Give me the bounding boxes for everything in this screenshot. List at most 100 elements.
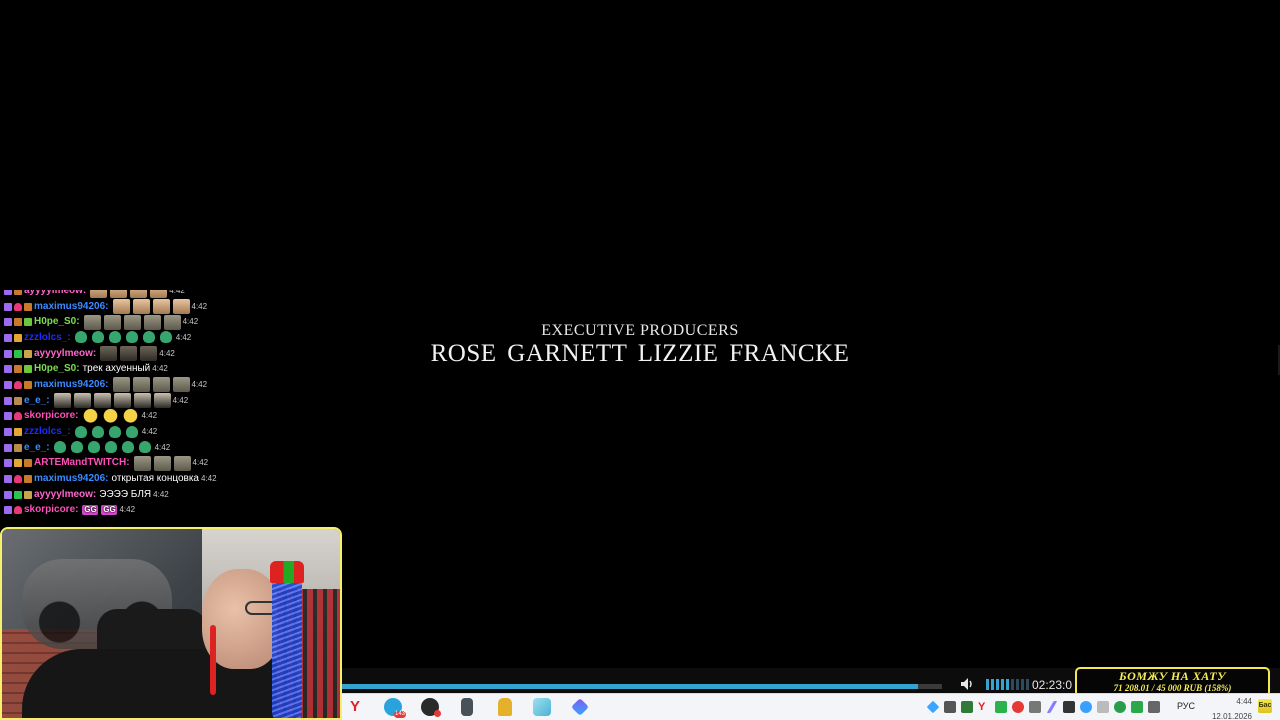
chat-timestamp: 4:42 [172,395,189,405]
heart-badge-icon [14,475,22,484]
chat-username[interactable]: maximus94206: [34,473,109,485]
gg-emote-icon: GG [82,505,99,516]
sub-badge-icon [4,318,12,327]
webcam-overlay [0,527,342,720]
chat-username[interactable]: ayyyylmeow: [24,290,86,297]
obs-icon[interactable] [421,698,441,717]
tray-network-icon[interactable] [1029,701,1041,713]
cat-emote-icon [120,346,138,362]
tray-wifi-icon[interactable] [1148,701,1160,713]
tray-status-icon[interactable] [1114,701,1126,713]
sub-badge-icon [4,365,12,374]
chat-username[interactable]: skorpicore: [24,504,78,516]
tray-record-icon[interactable] [1012,701,1024,713]
stone-emote-icon [132,377,150,393]
chat-message: ayyyylmeow: ЭЭЭЭ БЛЯ 4:42 [4,487,334,503]
webcam-tinsel [272,569,302,718]
notification-icon[interactable]: Бас [1258,699,1272,713]
lock-icon[interactable] [498,698,512,716]
yandex-browser-icon[interactable]: Y [346,698,364,716]
chat-username[interactable]: ARTEMandTWITCH: [34,457,130,469]
chat-username[interactable]: skorpicore: [24,410,78,422]
chat-message: ayyyylmeow: 4:42 [4,290,334,299]
face-emote-icon [112,299,130,315]
face-emote-icon [172,299,190,315]
chat-username[interactable]: e_e_: [24,395,50,407]
chat-timestamp: 4:42 [201,474,217,484]
heart-badge-icon [14,506,22,515]
tray-lock-icon[interactable] [1063,701,1075,713]
chat-message: skorpicore: GG GG 4:42 [4,503,334,519]
bit-badge-icon [24,380,32,389]
chat-message-text: трек ахуенный [82,363,151,375]
prime-badge-icon [24,349,32,358]
pepe-emote-icon [54,440,68,455]
green-badge-icon [14,490,22,499]
tray-usb-icon[interactable] [944,701,956,713]
language-indicator[interactable]: РУС [1177,701,1195,711]
glass-app-icon[interactable] [533,698,551,716]
chat-message: ARTEMandTWITCH: 4:42 [4,455,334,472]
volume-bar [1016,679,1019,690]
video-progress-bar[interactable] [342,684,942,689]
face-emote-icon [90,290,108,299]
chat-username[interactable]: zzzlolcs_: [24,332,71,344]
chat-username[interactable]: ayyyylmeow: [34,348,96,360]
sub-badge-icon [4,290,12,295]
bit-badge-icon [24,302,32,311]
yellow-emote-icon [102,408,120,424]
volume-icon[interactable] [960,677,976,691]
bit-badge-icon [24,459,32,468]
diamond-app-icon[interactable] [571,698,589,716]
chat-username[interactable]: H0pe_S0: [34,316,80,328]
tray-diamond-icon[interactable] [926,700,940,714]
volume-bar [1021,679,1024,690]
face-emote-icon [130,290,148,299]
chat-message: H0pe_S0: 4:42 [4,314,334,330]
chat-username[interactable]: maximus94206: [34,301,109,313]
gold-badge-icon [14,459,22,468]
tray-speaker-icon[interactable] [1097,701,1109,713]
sub-badge-icon [4,412,12,421]
lime-badge-icon [24,365,32,374]
stone-emote-icon [163,314,181,330]
tray-cloud-icon[interactable] [1080,701,1092,713]
face-emote-icon [152,299,170,315]
pepe-emote-icon [139,440,153,455]
stone-emote-icon [123,314,141,330]
chat-username[interactable]: maximus94206: [34,379,109,391]
windows-taskbar: Y Y РУС 4:44 12.01.2026 Бас [342,693,1280,720]
dark-emote-icon [113,393,131,409]
chat-username[interactable]: zzzlolcs_: [24,426,71,438]
sub-badge-icon [4,333,12,342]
chat-username[interactable]: H0pe_S0: [34,363,80,375]
chat-timestamp: 4:42 [169,290,185,295]
chat-username[interactable]: e_e_: [24,442,50,454]
chat-message: e_e_: 4:42 [4,393,334,409]
volume-bar [996,679,999,690]
chat-message-text: открытая концовка [111,473,200,485]
telegram-icon[interactable] [384,698,406,718]
clock-date: 12.01.2026 [1211,712,1252,720]
bit-badge-icon [14,318,22,327]
tray-green-icon[interactable] [1131,701,1143,713]
stone-emote-icon [143,314,161,330]
dark-emote-icon [153,393,171,409]
sub-badge-icon [4,380,12,389]
dark-emote-icon [93,393,111,409]
volume-slider[interactable] [986,679,1029,690]
stone-emote-icon [133,455,151,471]
file-icon[interactable] [461,698,473,716]
tray-yandex-icon[interactable]: Y [978,701,990,713]
pepe-emote-icon [143,330,157,345]
taskbar-clock[interactable]: 4:44 12.01.2026 [1196,696,1252,720]
tray-app-icon[interactable] [995,701,1007,713]
stone-emote-icon [83,314,101,330]
chat-username[interactable]: ayyyylmeow: [34,489,96,501]
chat-timestamp: 4:42 [141,427,158,437]
tray-nvidia-icon[interactable] [961,701,973,713]
webcam-hat [270,561,304,583]
cat-emote-icon [100,346,118,362]
tray-pen-icon[interactable] [1046,701,1058,713]
chat-timestamp: 4:42 [191,301,208,311]
